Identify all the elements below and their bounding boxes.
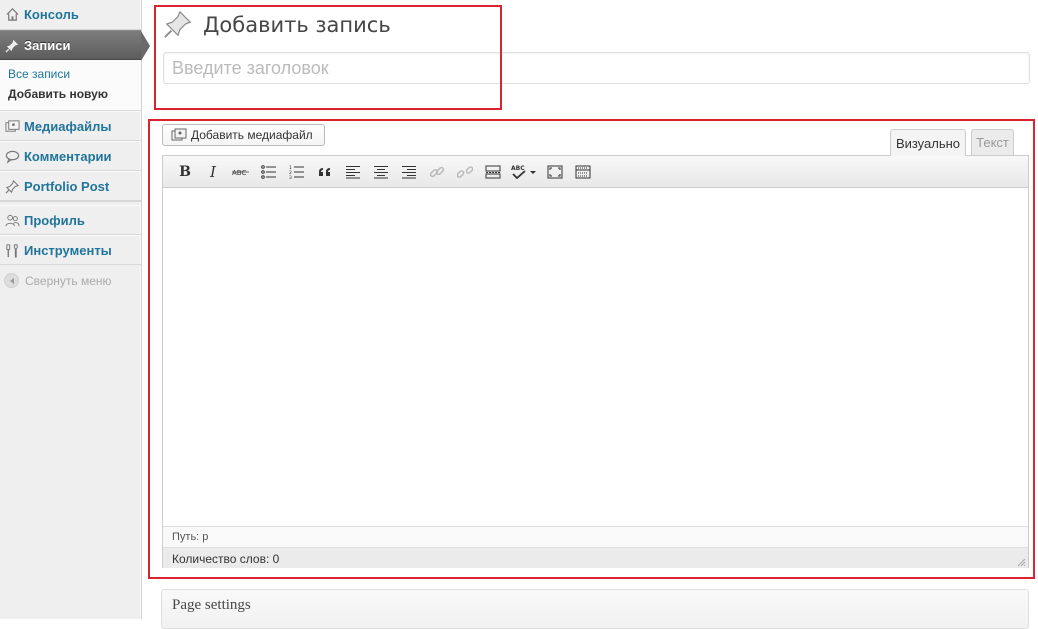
menu-item-console[interactable]: Консоль: [0, 0, 141, 30]
collapse-arrow-icon: [4, 273, 19, 288]
bold-button[interactable]: B: [171, 160, 199, 184]
svg-text:3: 3: [289, 175, 292, 179]
page-settings-panel[interactable]: Page settings: [161, 589, 1029, 629]
home-icon: [4, 7, 20, 23]
pin-icon: [4, 37, 20, 53]
pin-icon: [4, 178, 20, 194]
submenu-add-new[interactable]: Добавить новую: [0, 84, 141, 104]
tools-icon: [4, 242, 20, 258]
menu-item-label: Комментарии: [24, 148, 112, 164]
tab-text[interactable]: Текст: [971, 129, 1014, 155]
menu-item-comments[interactable]: Комментарии: [0, 141, 141, 171]
editor-toolbar: B I ABC 123 ABC: [163, 156, 1028, 188]
word-count: Количество слов: 0: [163, 547, 1028, 568]
unlink-icon[interactable]: [451, 160, 479, 184]
fullscreen-button[interactable]: [541, 160, 569, 184]
spellcheck-button[interactable]: ABC: [507, 160, 541, 184]
italic-button[interactable]: I: [199, 160, 227, 184]
submenu-all-posts[interactable]: Все записи: [0, 64, 141, 84]
add-media-label: Добавить медиафайл: [191, 128, 313, 142]
menu-item-profile[interactable]: Профиль: [0, 205, 141, 235]
svg-text:ABC: ABC: [232, 169, 246, 177]
align-center-button[interactable]: [367, 160, 395, 184]
menu-item-portfolio-post[interactable]: Portfolio Post: [0, 171, 141, 201]
menu-item-label: Записи: [24, 37, 71, 53]
align-right-button[interactable]: [395, 160, 423, 184]
blockquote-button[interactable]: [311, 160, 339, 184]
admin-sidebar: Консоль Записи Все записи Добавить новую…: [0, 0, 150, 619]
menu-item-label: Инструменты: [24, 242, 112, 258]
posts-submenu: Все записи Добавить новую: [0, 60, 141, 111]
menu-item-media[interactable]: Медиафайлы: [0, 111, 141, 141]
numbered-list-button[interactable]: 123: [283, 160, 311, 184]
page-settings-title: Page settings: [172, 597, 251, 613]
highlight-box-title: [154, 5, 502, 110]
menu-item-posts[interactable]: Записи: [0, 30, 150, 61]
comment-icon: [4, 148, 20, 164]
strikethrough-button[interactable]: ABC: [227, 160, 255, 184]
media-icon: [171, 128, 187, 142]
menu-item-label: Portfolio Post: [24, 178, 110, 194]
menu-item-tools[interactable]: Инструменты: [0, 235, 141, 265]
read-more-button[interactable]: [479, 160, 507, 184]
collapse-menu-label: Свернуть меню: [25, 273, 112, 288]
align-left-button[interactable]: [339, 160, 367, 184]
menu-item-label: Консоль: [24, 7, 79, 22]
insert-link-icon[interactable]: [423, 160, 451, 184]
media-icon: [4, 118, 20, 134]
collapse-menu-button[interactable]: Свернуть меню: [0, 265, 141, 288]
kitchen-sink-button[interactable]: [569, 160, 597, 184]
svg-text:ABC: ABC: [511, 165, 525, 172]
tab-visual[interactable]: Визуально: [890, 129, 966, 156]
resize-handle-icon[interactable]: [1016, 555, 1026, 567]
menu-item-label: Медиафайлы: [24, 118, 112, 134]
users-icon: [4, 212, 20, 228]
content-editor: B I ABC 123 ABC Путь: p Количество слов:…: [162, 155, 1029, 568]
bullet-list-button[interactable]: [255, 160, 283, 184]
menu-item-label: Профиль: [24, 212, 85, 228]
editor-content-area[interactable]: [163, 189, 1028, 526]
editor-path-status: Путь: p: [163, 526, 1028, 547]
add-media-button[interactable]: Добавить медиафайл: [162, 124, 325, 146]
